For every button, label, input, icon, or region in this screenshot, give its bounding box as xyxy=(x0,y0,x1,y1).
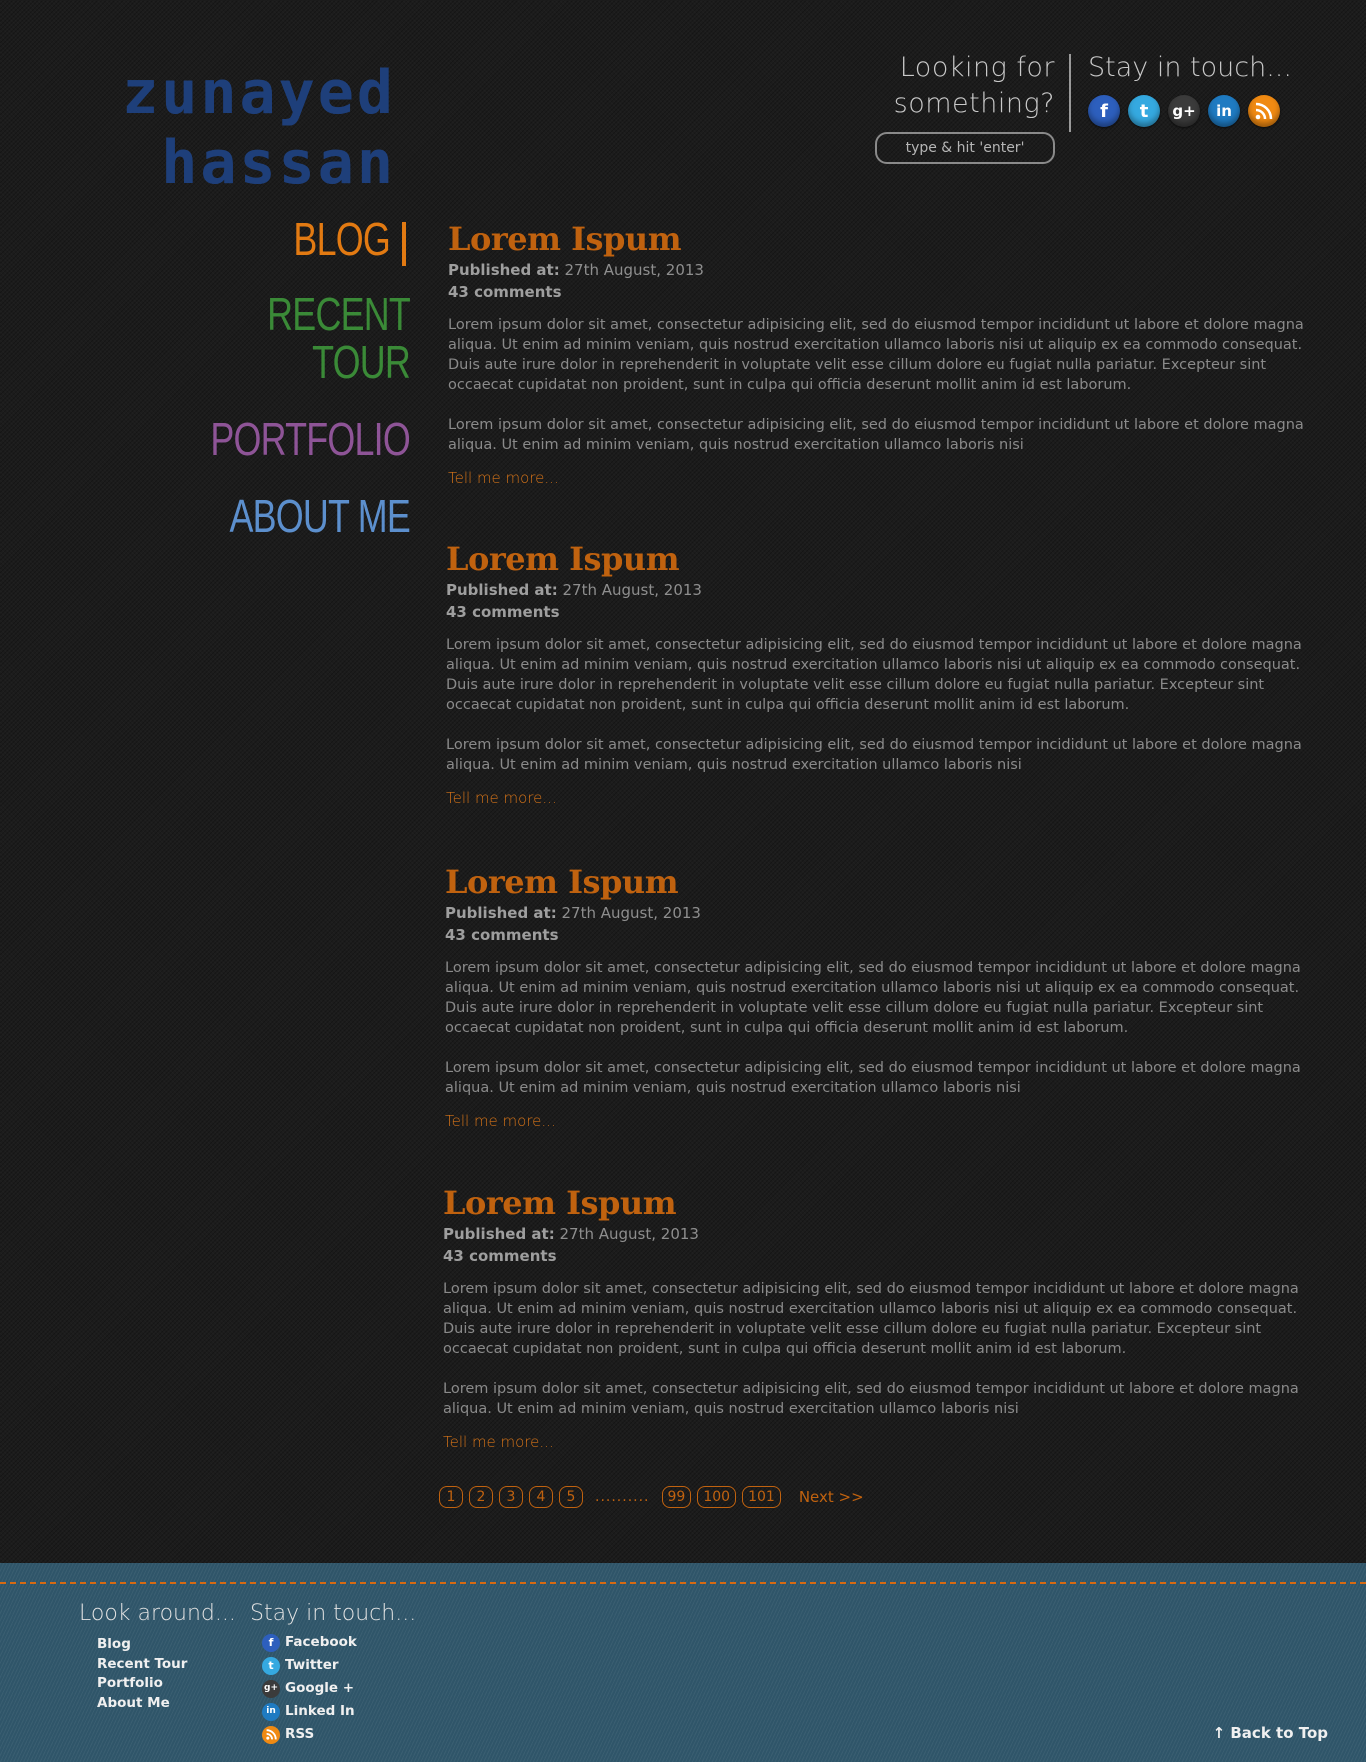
header-divider xyxy=(1069,54,1071,132)
logo-first-name: zunayed xyxy=(122,58,396,128)
post-paragraph: Lorem ipsum dolor sit amet, consectetur … xyxy=(445,960,1301,1036)
comments-count[interactable]: 43 comments xyxy=(446,603,560,621)
post-date: Published at: 27th August, 2013 xyxy=(443,1223,1303,1245)
google-plus-icon[interactable]: g+ xyxy=(1168,95,1200,127)
search-input[interactable] xyxy=(875,132,1055,164)
post-title[interactable]: Lorem Ispum xyxy=(443,1183,1303,1223)
post-comments[interactable]: 43 comments xyxy=(443,1245,1303,1267)
arrow-up-icon: ↑ xyxy=(1212,1724,1226,1742)
post-paragraph: Lorem ipsum dolor sit amet, consectetur … xyxy=(448,417,1304,453)
page-link[interactable]: 101 xyxy=(742,1486,781,1508)
published-label: Published at: xyxy=(445,904,557,922)
post-date: Published at: 27th August, 2013 xyxy=(445,902,1305,924)
footer-link-rss[interactable]: RSS xyxy=(262,1723,416,1746)
footer-look-title: Look around... xyxy=(79,1601,236,1626)
published-date: 27th August, 2013 xyxy=(559,1225,699,1243)
post-paragraph: Lorem ipsum dolor sit amet, consectetur … xyxy=(448,317,1304,393)
nav-item-about-me[interactable]: ABOUT ME xyxy=(199,492,410,540)
post-paragraph: Lorem ipsum dolor sit amet, consectetur … xyxy=(446,737,1302,773)
nav-item-blog[interactable]: BLOG xyxy=(195,215,390,263)
published-date: 27th August, 2013 xyxy=(561,904,701,922)
footer-link-label: RSS xyxy=(285,1726,315,1742)
post-title[interactable]: Lorem Ispum xyxy=(448,219,1308,259)
back-to-top-link[interactable]: ↑ Back to Top xyxy=(1213,1724,1328,1742)
next-page-link[interactable]: Next >> xyxy=(799,1488,864,1506)
page-link[interactable]: 4 xyxy=(529,1486,553,1508)
twitter-icon: t xyxy=(262,1656,280,1675)
footer-link-google-plus[interactable]: g+ Google + xyxy=(262,1677,416,1700)
footer-link-about-me[interactable]: About Me xyxy=(97,1694,236,1714)
post-title[interactable]: Lorem Ispum xyxy=(445,862,1305,902)
facebook-icon[interactable]: f xyxy=(1088,95,1120,127)
logo-last-name: hassan xyxy=(161,128,396,198)
post-paragraph: Lorem ipsum dolor sit amet, consectetur … xyxy=(445,1060,1301,1096)
nav-item-recent-tour[interactable]: RECENT TOUR xyxy=(199,290,411,386)
published-date: 27th August, 2013 xyxy=(564,261,704,279)
google-plus-icon: g+ xyxy=(262,1679,280,1698)
blog-post: Lorem Ispum Published at: 27th August, 2… xyxy=(446,539,1306,807)
site-logo[interactable]: zunayed hassan xyxy=(66,58,396,198)
read-more-link[interactable]: Tell me more... xyxy=(445,1112,556,1130)
footer-link-label: Linked In xyxy=(285,1703,355,1719)
rss-glyph xyxy=(1255,102,1273,120)
read-more-link[interactable]: Tell me more... xyxy=(443,1433,554,1451)
read-more-link[interactable]: Tell me more... xyxy=(448,469,559,487)
published-label: Published at: xyxy=(448,261,560,279)
blog-post: Lorem Ispum Published at: 27th August, 2… xyxy=(445,862,1305,1130)
header-social-section: Stay in touch... f t g+ in xyxy=(1088,50,1328,127)
search-section: Looking for something? xyxy=(740,50,1055,164)
linkedin-icon: in xyxy=(262,1702,280,1721)
main-nav: BLOG RECENT TOUR PORTFOLIO ABOUT ME xyxy=(140,215,410,540)
footer-link-label: Facebook xyxy=(285,1634,357,1650)
twitter-icon[interactable]: t xyxy=(1128,95,1160,127)
post-comments[interactable]: 43 comments xyxy=(446,601,1306,623)
page-link[interactable]: 3 xyxy=(499,1486,523,1508)
comments-count[interactable]: 43 comments xyxy=(443,1247,557,1265)
footer-link-facebook[interactable]: f Facebook xyxy=(262,1631,416,1654)
published-label: Published at: xyxy=(446,581,558,599)
page-link[interactable]: 2 xyxy=(469,1486,493,1508)
blog-post: Lorem Ispum Published at: 27th August, 2… xyxy=(448,219,1308,487)
post-paragraph: Lorem ipsum dolor sit amet, consectetur … xyxy=(443,1281,1299,1357)
post-comments[interactable]: 43 comments xyxy=(445,924,1305,946)
footer-link-label: Google + xyxy=(285,1680,355,1696)
post-paragraph: Lorem ipsum dolor sit amet, consectetur … xyxy=(446,637,1302,713)
published-label: Published at: xyxy=(443,1225,555,1243)
footer-stitch-divider xyxy=(0,1582,1366,1584)
linkedin-icon[interactable]: in xyxy=(1208,95,1240,127)
rss-icon[interactable] xyxy=(1248,95,1280,127)
footer-link-recent-tour[interactable]: Recent Tour xyxy=(97,1655,236,1675)
footer-stay-in-touch: Stay in touch... f Facebook t Twitter g+ Go… xyxy=(250,1599,416,1746)
footer-look-around: Look around... Blog Recent Tour Portfoli… xyxy=(79,1599,236,1713)
post-date: Published at: 27th August, 2013 xyxy=(446,579,1306,601)
post-comments[interactable]: 43 comments xyxy=(448,281,1308,303)
footer-link-linkedin[interactable]: in Linked In xyxy=(262,1700,416,1723)
pagination-ellipsis: .......... xyxy=(595,1489,650,1505)
post-paragraph: Lorem ipsum dolor sit amet, consectetur … xyxy=(443,1381,1299,1417)
pagination: 1 2 3 4 5 .......... 99 100 101 Next >> xyxy=(439,1486,864,1508)
comments-count[interactable]: 43 comments xyxy=(445,926,559,944)
nav-item-portfolio[interactable]: PORTFOLIO xyxy=(199,415,410,463)
page-link[interactable]: 100 xyxy=(697,1486,737,1508)
post-title[interactable]: Lorem Ispum xyxy=(446,539,1306,579)
back-to-top-label: Back to Top xyxy=(1230,1724,1328,1742)
footer-link-portfolio[interactable]: Portfolio xyxy=(97,1674,236,1694)
footer-touch-title: Stay in touch... xyxy=(250,1601,417,1626)
footer-link-label: Twitter xyxy=(285,1657,339,1673)
comments-count[interactable]: 43 comments xyxy=(448,283,562,301)
rss-icon xyxy=(262,1725,280,1744)
post-date: Published at: 27th August, 2013 xyxy=(448,259,1308,281)
footer-link-twitter[interactable]: t Twitter xyxy=(262,1654,416,1677)
published-date: 27th August, 2013 xyxy=(562,581,702,599)
facebook-icon: f xyxy=(262,1633,280,1652)
header-social-title: Stay in touch... xyxy=(1088,52,1292,83)
page-link[interactable]: 5 xyxy=(559,1486,583,1508)
footer: Look around... Blog Recent Tour Portfoli… xyxy=(0,1563,1366,1762)
read-more-link[interactable]: Tell me more... xyxy=(446,789,557,807)
page-link[interactable]: 99 xyxy=(661,1486,692,1508)
footer-link-blog[interactable]: Blog xyxy=(97,1635,236,1655)
page-link[interactable]: 1 xyxy=(439,1486,463,1508)
search-title: Looking for something? xyxy=(893,52,1055,119)
blog-post: Lorem Ispum Published at: 27th August, 2… xyxy=(443,1183,1303,1451)
